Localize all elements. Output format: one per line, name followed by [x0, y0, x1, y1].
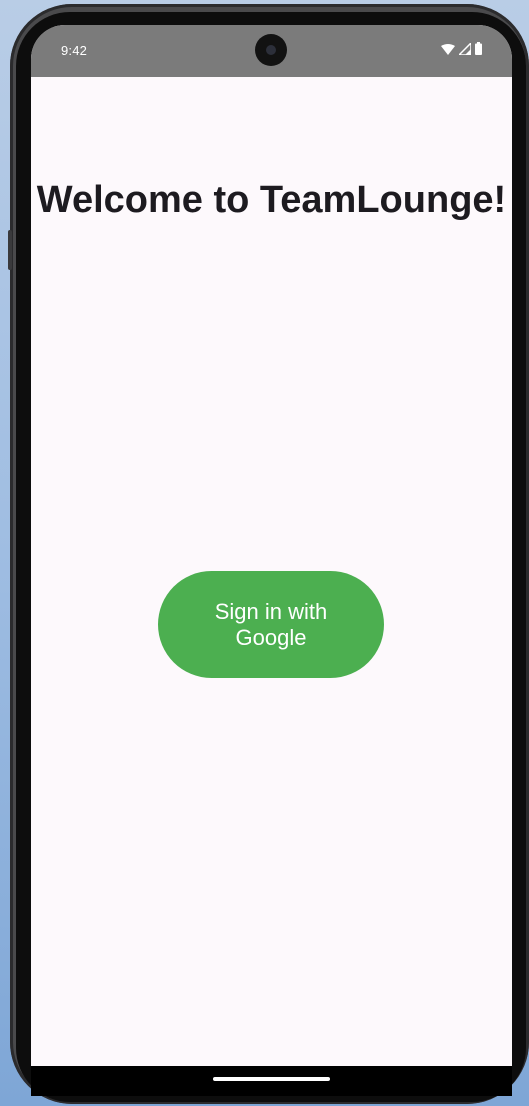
status-bar: 9:42 — [31, 25, 512, 77]
home-indicator[interactable] — [213, 1077, 330, 1081]
navigation-bar — [31, 1066, 512, 1096]
front-camera — [255, 34, 287, 66]
cellular-signal-icon — [457, 41, 472, 60]
welcome-screen: Welcome to TeamLounge! Sign in with Goog… — [31, 77, 512, 1096]
google-signin-button[interactable]: Sign in with Google — [158, 571, 384, 678]
camera-lens — [266, 45, 276, 55]
wifi-icon — [441, 42, 455, 60]
welcome-title: Welcome to TeamLounge! — [36, 179, 507, 221]
status-icons — [441, 41, 482, 60]
device-screen: 9:42 Welcome to TeamLounge! Sign in with… — [31, 25, 512, 1096]
volume-button — [8, 230, 12, 270]
status-time: 9:42 — [61, 43, 88, 58]
battery-icon — [475, 42, 482, 60]
